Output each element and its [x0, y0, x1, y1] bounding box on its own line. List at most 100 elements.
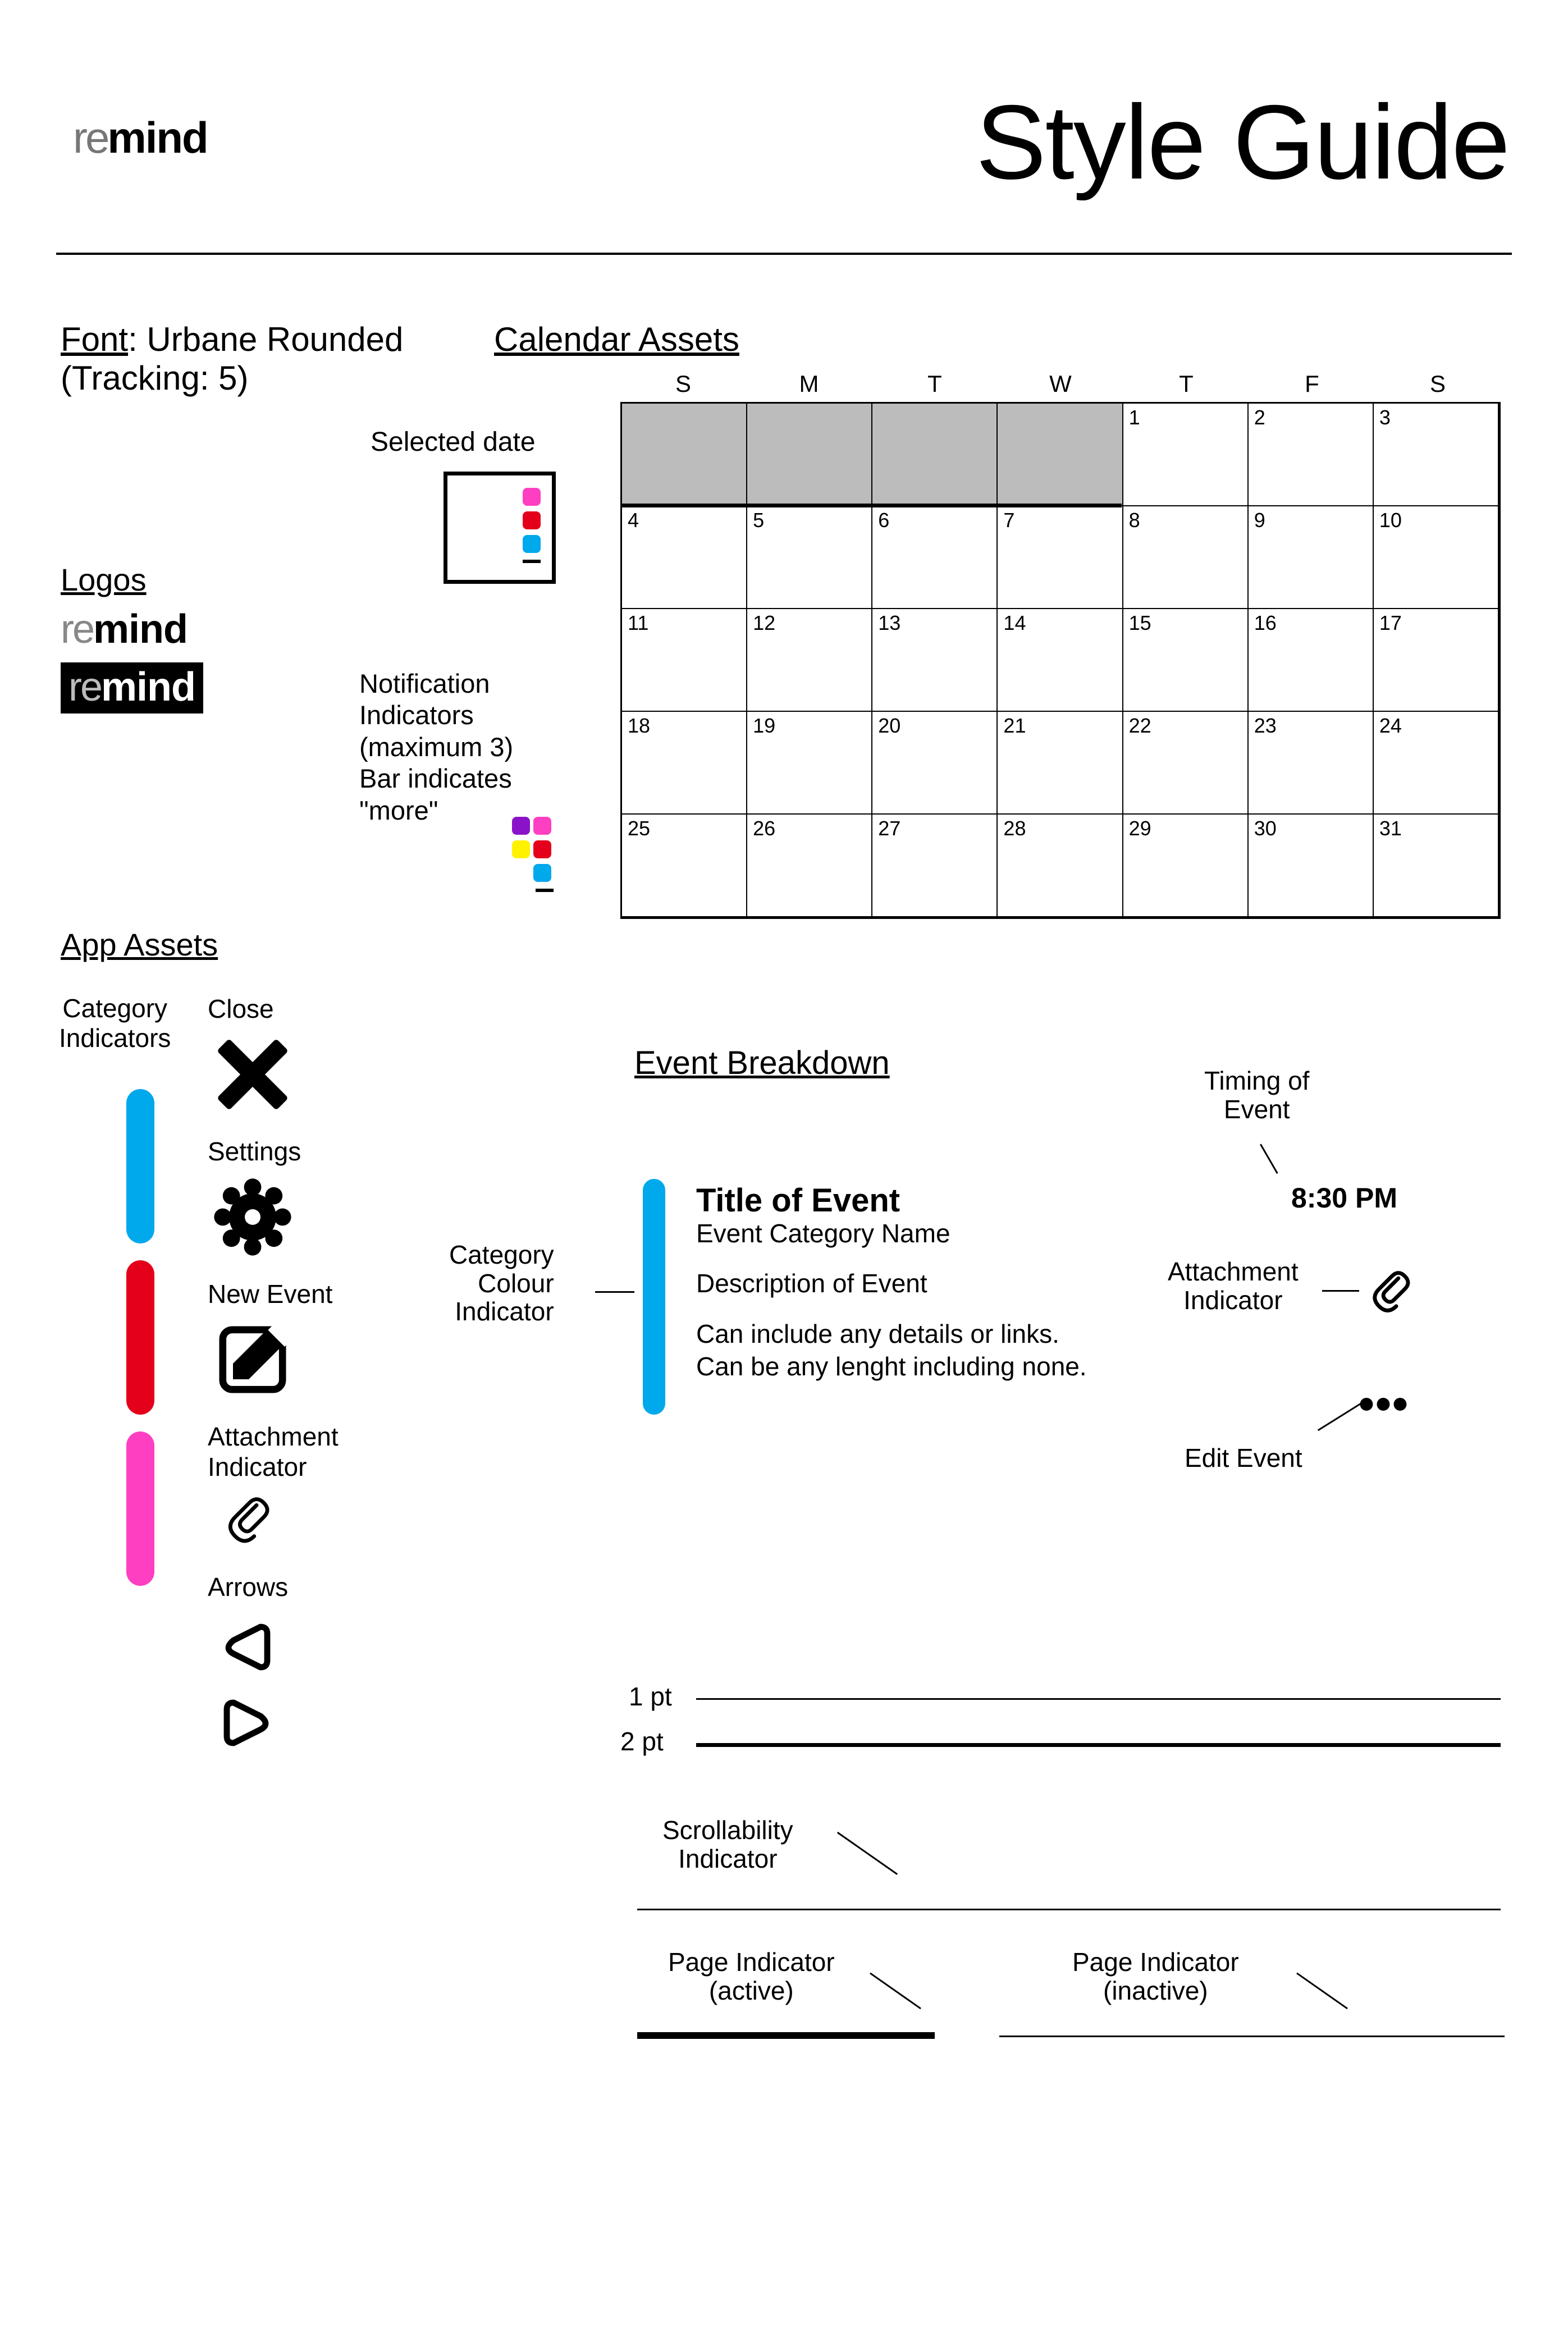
logos-heading: Logos: [61, 561, 147, 598]
close-icon[interactable]: [213, 1035, 292, 1114]
arrows-label: Arrows: [208, 1572, 339, 1602]
page-title: Style Guide: [976, 81, 1509, 203]
event-title: Title of Event: [696, 1182, 1087, 1219]
calendar-cell[interactable]: 1: [1123, 404, 1249, 506]
calendar-cell[interactable]: [872, 404, 998, 506]
logo-re: re: [73, 113, 107, 162]
calendar-cell[interactable]: 26: [747, 815, 872, 917]
dot-purple-icon: [512, 817, 530, 835]
line-1pt-sample: [696, 1698, 1501, 1700]
font-tracking: (Tracking: 5): [61, 359, 403, 397]
calendar-cell[interactable]: 7: [998, 506, 1123, 609]
calendar-cell[interactable]: 12: [747, 609, 872, 712]
logo-mind: mind: [107, 113, 207, 162]
calendar-cell[interactable]: [622, 404, 747, 506]
app-assets-heading: App Assets: [61, 926, 218, 963]
gear-icon[interactable]: [213, 1178, 292, 1256]
paperclip-icon[interactable]: [222, 1493, 278, 1549]
calendar-cell[interactable]: 13: [872, 609, 998, 712]
calendar-cell[interactable]: [747, 404, 872, 506]
category-bar-pink-icon: [126, 1431, 154, 1586]
category-bar-blue-icon: [126, 1089, 154, 1243]
brand-logo: remind: [73, 112, 208, 163]
calendar-cell[interactable]: 17: [1374, 609, 1499, 712]
calendar-cell[interactable]: 10: [1374, 506, 1499, 609]
new-event-icon[interactable]: [213, 1320, 292, 1399]
calendar-cell[interactable]: 27: [872, 815, 998, 917]
event-time-value: 8:30 PM: [1291, 1182, 1397, 1214]
calendar-cell[interactable]: 21: [998, 712, 1123, 815]
attachment-indicator-label-2: Attachment Indicator: [1168, 1257, 1299, 1314]
calendar-cell[interactable]: 8: [1123, 506, 1249, 609]
category-indicators-label: Category Indicators: [59, 994, 171, 1053]
calendar-cell[interactable]: 31: [1374, 815, 1499, 917]
pointer-line-icon: [595, 1291, 634, 1293]
edit-event-label: Edit Event: [1185, 1443, 1302, 1473]
attachment-indicator-label: Attachment Indicator: [208, 1421, 339, 1482]
calendar-cell[interactable]: 11: [622, 609, 747, 712]
calendar-cell[interactable]: 20: [872, 712, 998, 815]
font-label: Font: [61, 321, 128, 358]
timing-of-event-label: Timing of Event: [1204, 1067, 1309, 1123]
paperclip-icon[interactable]: [1367, 1268, 1418, 1318]
pointer-line-icon: [1296, 1973, 1348, 2010]
calendar-cell[interactable]: 15: [1123, 609, 1249, 712]
weekday-w: W: [998, 371, 1123, 402]
notification-swatch: [512, 817, 555, 892]
calendar-cell[interactable]: 16: [1249, 609, 1374, 712]
selected-date-label: Selected date: [371, 427, 536, 458]
calendar-cell[interactable]: 30: [1249, 815, 1374, 917]
dot-pink-icon: [523, 488, 541, 506]
pointer-line-icon: [1322, 1290, 1359, 1292]
line-2pt-sample: [696, 1743, 1501, 1747]
calendar-cell[interactable]: 3: [1374, 404, 1499, 506]
calendar-cell[interactable]: 18: [622, 712, 747, 815]
dot-red-icon: [523, 511, 541, 529]
settings-label: Settings: [208, 1136, 339, 1167]
calendar-cell[interactable]: 25: [622, 815, 747, 917]
calendar-cell[interactable]: 22: [1123, 712, 1249, 815]
event-details: Can include any details or links. Can be…: [696, 1318, 1087, 1383]
more-bar-icon: [523, 560, 541, 563]
line-1pt-label: 1 pt: [629, 1681, 672, 1712]
weekday-t: T: [872, 371, 998, 402]
weekday-m: M: [746, 371, 872, 402]
category-bars: [126, 1089, 154, 1603]
dot-blue-icon: [523, 535, 541, 553]
line-2pt-label: 2 pt: [620, 1726, 664, 1757]
scrollability-line: [637, 1909, 1501, 1910]
calendar-cell[interactable]: 23: [1249, 712, 1374, 815]
event-card: Title of Event Event Category Name Descr…: [643, 1179, 1087, 1415]
calendar-cell[interactable]: 14: [998, 609, 1123, 712]
calendar-cell[interactable]: 29: [1123, 815, 1249, 917]
event-category-bar-icon: [643, 1179, 665, 1415]
weekday-s: S: [620, 371, 746, 402]
category-colour-indicator-label: Category Colour Indicator: [449, 1241, 554, 1326]
pointer-line-icon: [837, 1832, 898, 1875]
new-event-label: New Event: [208, 1279, 339, 1309]
calendar-cell[interactable]: 6: [872, 506, 998, 609]
event-breakdown-heading: Event Breakdown: [634, 1044, 890, 1082]
asset-icon-column: Close Settings New Event: [208, 994, 339, 1779]
header-rule: [56, 253, 1512, 255]
calendar-cell[interactable]: 9: [1249, 506, 1374, 609]
calendar-cell[interactable]: 2: [1249, 404, 1374, 506]
calendar-cell[interactable]: 19: [747, 712, 872, 815]
notification-indicator-note: Notification Indicators (maximum 3) Bar …: [359, 668, 513, 826]
arrow-left-icon[interactable]: [213, 1613, 281, 1681]
calendar-cell[interactable]: 28: [998, 815, 1123, 917]
calendar-cell[interactable]: 4: [622, 506, 747, 609]
calendar-cell[interactable]: 24: [1374, 712, 1499, 815]
calendar-cell[interactable]: [998, 404, 1123, 506]
calendar-grid: S M T W T F S 12345678910111213141516171…: [620, 371, 1501, 919]
calendar-cell[interactable]: 5: [747, 506, 872, 609]
arrow-right-icon[interactable]: [213, 1689, 281, 1757]
more-bar-icon: [536, 889, 554, 892]
dot-red-icon: [533, 840, 551, 858]
more-dots-icon[interactable]: •••: [1359, 1378, 1409, 1430]
weekday-f: F: [1249, 371, 1375, 402]
page-indicator-inactive: [999, 2036, 1505, 2037]
scrollability-indicator-label: Scrollability Indicator: [662, 1816, 793, 1873]
page-indicator-active: [637, 2032, 935, 2039]
dot-blue-icon: [533, 864, 551, 882]
